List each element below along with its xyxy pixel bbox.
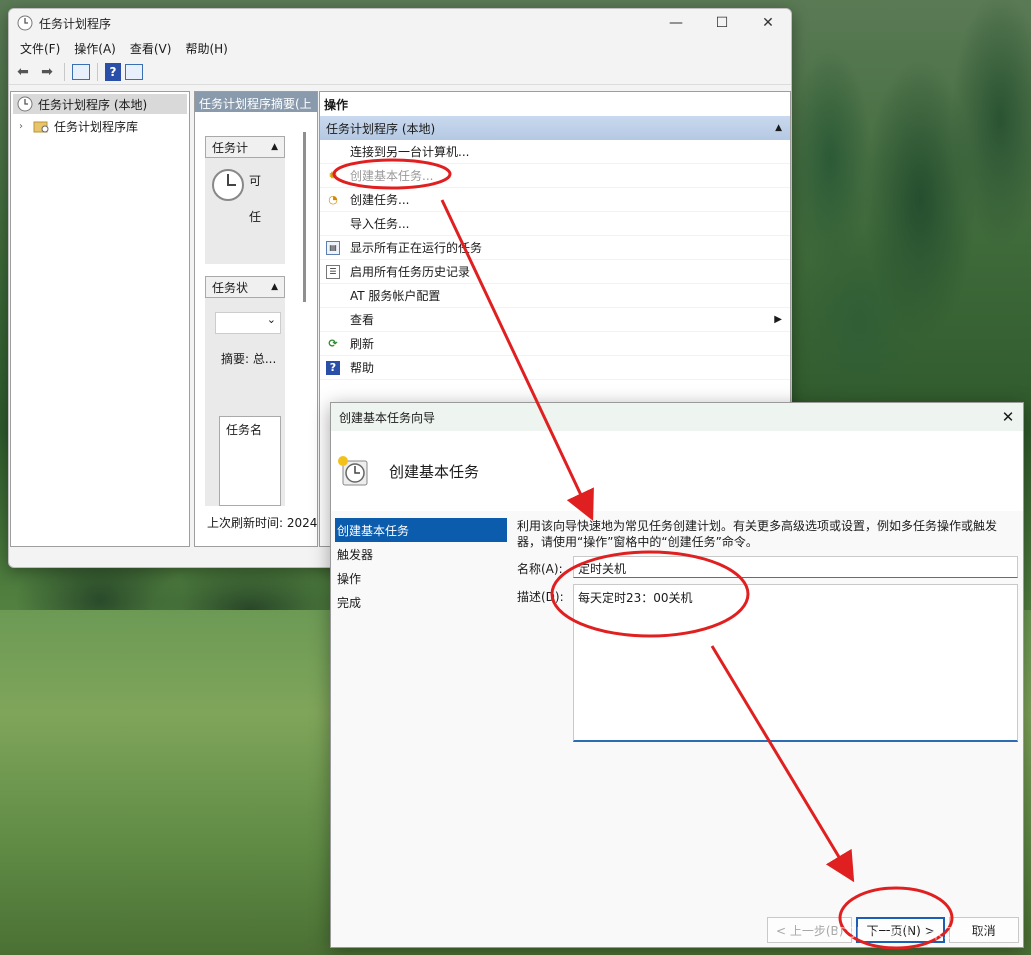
section-header[interactable]: 任务状 ▲: [205, 276, 285, 298]
action-label: 显示所有正在运行的任务: [350, 241, 483, 255]
running-tasks-icon: ▤: [326, 240, 340, 255]
history-icon: ☰: [326, 264, 340, 279]
close-button[interactable]: ✕: [993, 408, 1023, 426]
menu-view[interactable]: 查看(V): [123, 40, 179, 57]
summary-text: 可: [249, 174, 262, 188]
summary-header: 任务计划程序摘要(上: [195, 92, 317, 112]
action-create-task[interactable]: ◔ 创建任务...: [320, 188, 790, 212]
step-create-basic-task[interactable]: 创建基本任务: [335, 518, 507, 542]
wizard-title: 创建基本任务向导: [339, 410, 436, 425]
task-state-box: 任务状 ▲ ⌄ 摘要: 总... 任务名: [205, 276, 285, 506]
action-label: 创建任务...: [350, 193, 410, 207]
action-view[interactable]: 查看 ▶: [320, 308, 790, 332]
title-bar: 任务计划程序 — ☐ ✕: [9, 9, 791, 37]
minimize-button[interactable]: —: [653, 9, 699, 37]
name-field[interactable]: 定时关机: [573, 556, 1018, 578]
collapse-icon[interactable]: ▲: [775, 123, 782, 133]
tree-item-label: 任务计划程序 (本地): [38, 97, 148, 112]
action-label: 启用所有任务历史记录: [350, 265, 471, 279]
toolbar-separator: [64, 62, 65, 81]
wizard-header: 创建基本任务: [331, 431, 1023, 511]
collapse-icon[interactable]: ▲: [271, 282, 278, 292]
folder-clock-icon: [33, 121, 49, 133]
name-label: 名称(A):: [517, 562, 563, 576]
action-show-running[interactable]: ▤ 显示所有正在运行的任务: [320, 236, 790, 260]
action-connect[interactable]: 连接到另一台计算机...: [320, 140, 790, 164]
maximize-button[interactable]: ☐: [699, 9, 745, 37]
summary-label: 摘要: 总...: [221, 352, 277, 366]
actions-title: 操作: [324, 98, 349, 112]
show-hide-action-pane-icon[interactable]: [125, 63, 143, 80]
action-import-task[interactable]: 导入任务...: [320, 212, 790, 236]
action-help[interactable]: ? 帮助: [320, 356, 790, 380]
action-refresh[interactable]: ⟳ 刷新: [320, 332, 790, 356]
show-hide-console-tree-icon[interactable]: [72, 63, 90, 80]
last-refresh-time: 上次刷新时间: 2024: [207, 516, 318, 530]
section-header[interactable]: 任务计 ▲: [205, 136, 285, 158]
step-trigger[interactable]: 触发器: [335, 542, 507, 566]
menu-action[interactable]: 操作(A): [67, 40, 123, 57]
action-label: AT 服务帐户配置: [350, 289, 441, 303]
menu-bar: 文件(F) 操作(A) 查看(V) 帮助(H): [9, 37, 791, 59]
description-field[interactable]: 每天定时23：00关机: [573, 584, 1018, 742]
column-header[interactable]: 任务名: [226, 423, 262, 437]
step-finish[interactable]: 完成: [335, 590, 507, 614]
console-tree: 任务计划程序 (本地) › 任务计划程序库: [10, 91, 190, 547]
clock-icon: [212, 169, 244, 201]
action-label: 帮助: [350, 361, 375, 375]
forward-arrow-icon[interactable]: ➡: [37, 62, 57, 82]
toolbar-separator: [97, 62, 98, 81]
create-basic-task-wizard: 创建基本任务向导 ✕ 创建基本任务 创建基本任务 触发器 操作 完成 利用该向导…: [330, 402, 1024, 948]
action-enable-history[interactable]: ☰ 启用所有任务历史记录: [320, 260, 790, 284]
action-label: 连接到另一台计算机...: [350, 145, 470, 159]
tree-item-library[interactable]: › 任务计划程序库: [11, 116, 189, 136]
action-create-basic-task[interactable]: ✹ 创建基本任务...: [320, 164, 790, 188]
menu-help[interactable]: 帮助(H): [178, 40, 234, 57]
wizard-description: 利用该向导快速地为常见任务创建计划。有关更多高级选项或设置，例如多任务操作或触发…: [517, 519, 998, 549]
close-button[interactable]: ✕: [745, 9, 791, 37]
wizard-title-bar: 创建基本任务向导 ✕: [331, 403, 1023, 431]
help-icon[interactable]: ?: [105, 62, 121, 81]
actions-section-header[interactable]: 任务计划程序 (本地) ▲: [320, 116, 790, 140]
section-label: 任务计划程序 (本地): [326, 121, 436, 136]
clock-icon: [17, 15, 33, 31]
wizard-heading: 创建基本任务: [389, 462, 480, 481]
toolbar: ⬅ ➡ ?: [9, 59, 791, 85]
help-icon: ?: [326, 360, 340, 375]
section-title: 任务状: [212, 280, 249, 295]
window-title: 任务计划程序: [39, 16, 112, 31]
create-task-icon: ◔: [328, 193, 338, 206]
action-at-config[interactable]: AT 服务帐户配置: [320, 284, 790, 308]
description-label: 描述(D):: [517, 590, 564, 604]
refresh-icon: ⟳: [328, 337, 338, 350]
watermark: CSDN @汪小禾工学记: [836, 924, 989, 942]
action-label: 刷新: [350, 337, 375, 351]
tree-item-root[interactable]: 任务计划程序 (本地): [13, 94, 187, 114]
chevron-right-icon[interactable]: ›: [19, 121, 33, 132]
section-title: 任务计: [212, 140, 249, 155]
collapse-icon[interactable]: ▲: [271, 142, 278, 152]
wizard-content: 利用该向导快速地为常见任务创建计划。有关更多高级选项或设置，例如多任务操作或触发…: [517, 518, 1019, 742]
action-label: 导入任务...: [350, 217, 410, 231]
create-basic-task-icon: [338, 456, 368, 486]
action-label: 创建基本任务...: [350, 169, 434, 183]
wizard-steps: 创建基本任务 触发器 操作 完成: [335, 518, 507, 614]
task-status-box: 任务计 ▲ 可 任: [205, 136, 285, 264]
menu-file[interactable]: 文件(F): [13, 40, 67, 57]
clock-icon: [17, 96, 33, 112]
back-arrow-icon[interactable]: ⬅: [13, 62, 33, 82]
scrollbar[interactable]: [303, 132, 306, 302]
submenu-arrow-icon: ▶: [774, 314, 782, 325]
create-basic-task-icon: ✹: [328, 169, 338, 182]
summary-pane: 任务计划程序摘要(上 任务计 ▲ 可 任 任务状 ▲ ⌄ 摘要: 总... 任务…: [194, 91, 318, 547]
action-label: 查看: [350, 313, 375, 327]
period-select[interactable]: ⌄: [215, 312, 281, 334]
task-list: 任务名: [219, 416, 281, 506]
tree-item-label: 任务计划程序库: [54, 119, 139, 134]
step-action[interactable]: 操作: [335, 566, 507, 590]
summary-text: 任: [249, 210, 262, 224]
